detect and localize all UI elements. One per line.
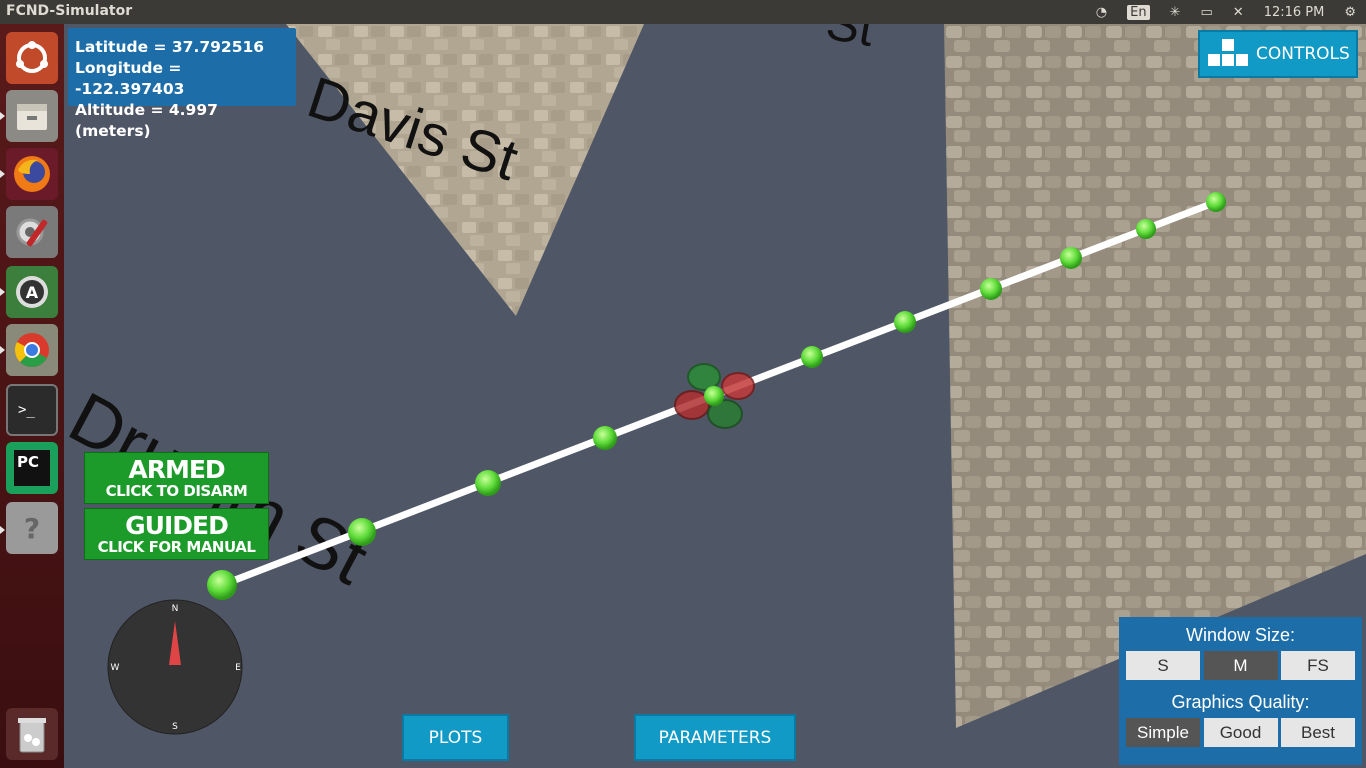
graphics-quality-options: Simple Good Best [1119,718,1362,747]
compass-north: N [172,604,179,614]
guided-title: GUIDED [125,511,229,540]
controls-button[interactable]: CONTROLS [1198,30,1358,78]
graphics-quality-header: Graphics Quality: [1171,692,1310,712]
ubuntu-dash-icon[interactable] [6,32,58,84]
compass-west: W [111,663,120,673]
waypoint [207,570,237,600]
quality-best-button[interactable]: Best [1281,718,1355,747]
guided-subtitle: CLICK FOR MANUAL [97,538,256,556]
parameters-button[interactable]: PARAMETERS [634,714,796,761]
pycharm-label: PC [14,450,50,486]
chrome-icon[interactable] [6,324,58,376]
window-size-options: S M FS [1119,651,1362,680]
telemetry-panel: Latitude = 37.792516 Longitude = -122.39… [68,28,296,140]
waypoint [980,278,1002,300]
top-panel: FCND-Simulator ◔ En ✳ ▭ ✕ 12:16 PM ⚙ [0,0,1366,24]
armed-button[interactable]: ARMED CLICK TO DISARM [84,452,269,504]
compass-east: E [235,663,241,673]
language-indicator[interactable]: En [1127,4,1150,20]
armed-title: ARMED [128,455,225,484]
waypoint [348,518,376,546]
battery-icon[interactable]: ▭ [1200,5,1212,20]
waypoint [593,426,617,450]
trash-icon[interactable] [6,708,58,760]
quality-good-button[interactable]: Good [1203,718,1278,747]
plots-button[interactable]: PLOTS [402,714,509,761]
waypoint [894,311,916,333]
size-s-button[interactable]: S [1126,651,1200,680]
waypoint [801,346,823,368]
volume-mute-icon[interactable]: ✕ [1233,5,1244,20]
latitude-readout: Latitude = 37.792516 [75,38,265,56]
guided-button[interactable]: GUIDED CLICK FOR MANUAL [84,508,269,560]
window-title: FCND-Simulator [6,3,133,19]
window-size-header: Window Size: [1185,625,1296,645]
waypoint [1206,192,1226,212]
launcher: A >_ PC ? [0,24,64,768]
keyboard-keys-icon [1208,39,1248,69]
pycharm-icon[interactable]: PC [6,442,58,494]
quality-simple-button[interactable]: Simple [1126,718,1200,747]
compass-south: S [172,722,178,732]
controls-label: CONTROLS [1256,44,1350,64]
altitude-readout: Altitude = 4.997 (meters) [75,101,218,140]
power-gear-icon[interactable]: ⚙ [1344,5,1356,20]
files-icon[interactable] [6,90,58,142]
help-icon[interactable]: ? [6,502,58,554]
software-updater-icon[interactable]: A [6,266,58,318]
compass: N S E W [107,599,243,735]
firefox-icon[interactable] [6,148,58,200]
waypoint [1060,247,1082,269]
svg-text:>_: >_ [18,402,35,418]
size-m-button[interactable]: M [1203,651,1278,680]
waypoint [1136,219,1156,239]
svg-text:A: A [26,283,39,302]
system-settings-icon[interactable] [6,206,58,258]
system-tray: ◔ En ✳ ▭ ✕ 12:16 PM ⚙ [1086,0,1366,24]
bluetooth-icon[interactable]: ✳ [1170,5,1181,20]
longitude-readout: Longitude = -122.397403 [75,59,185,98]
terminal-icon[interactable]: >_ [6,384,58,436]
wifi-icon[interactable]: ◔ [1096,5,1107,20]
waypoint [475,470,501,496]
size-fs-button[interactable]: FS [1281,651,1355,680]
clock[interactable]: 12:16 PM [1264,5,1325,20]
armed-subtitle: CLICK TO DISARM [105,482,248,500]
window-settings-panel: Window Size: S M FS Graphics Quality: Si… [1119,617,1362,765]
